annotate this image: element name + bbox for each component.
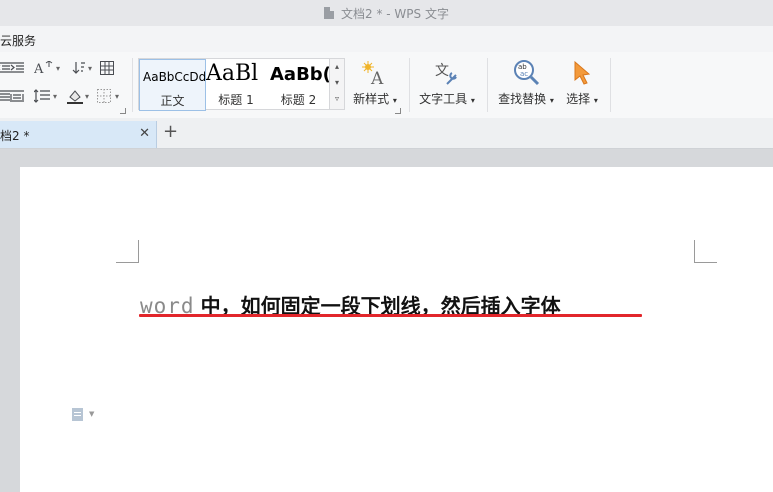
text-tools-label: 文字工具 — [419, 92, 468, 106]
sort-icon[interactable] — [70, 60, 88, 76]
document-tab-label: 档2 * — [0, 129, 30, 143]
document-page[interactable] — [20, 167, 773, 492]
style-heading-1[interactable]: AaBl 标题 1 — [206, 59, 266, 109]
style-gallery: AaBbCcDd 正文 AaBl 标题 1 AaBb( 标题 2 — [138, 58, 330, 111]
svg-text:A: A — [34, 62, 44, 75]
sort-dropdown-icon[interactable]: ▾ — [88, 64, 92, 73]
distributed-align-icon[interactable] — [8, 88, 26, 104]
line-spacing-icon[interactable] — [33, 88, 51, 104]
page-corner-mark-left — [116, 240, 139, 263]
style-gallery-expand-icon[interactable]: ▿ — [330, 91, 344, 107]
shading-dropdown-icon[interactable]: ▾ — [85, 92, 89, 101]
paragraph-layout-icon[interactable] — [72, 408, 83, 421]
page-corner-mark-right — [694, 240, 717, 263]
line-spacing-dropdown-icon[interactable]: ▾ — [53, 92, 57, 101]
style-heading-2[interactable]: AaBb( 标题 2 — [268, 59, 329, 109]
style-normal-label: 正文 — [160, 94, 185, 108]
font-size-dropdown-icon[interactable]: ▾ — [56, 64, 60, 73]
svg-text:A: A — [370, 69, 384, 86]
font-size-icon[interactable]: A — [33, 60, 55, 76]
styles-settings-icon[interactable] — [395, 108, 401, 114]
red-underline — [139, 314, 642, 317]
window-title: 文档2 * - WPS 文字 — [341, 6, 449, 21]
document-tab-bar: 档2 * ✕ + — [0, 118, 773, 149]
ribbon-separator — [409, 58, 410, 112]
style-normal[interactable]: AaBbCcDd 正文 — [139, 59, 206, 111]
paragraph-layout-dropdown-icon[interactable]: ▼ — [89, 410, 94, 418]
svg-text:ac: ac — [520, 70, 528, 78]
ribbon-toolbar: A ▾ ▾ ▾ ▾ ▾ AaBbCcDd 正文 AaBl 标题 1 AaBb( — [0, 52, 773, 119]
paragraph-settings-icon[interactable] — [120, 108, 126, 114]
text-tools-icon: 文 — [416, 56, 478, 86]
find-replace-icon: ab ac — [494, 56, 558, 86]
style-normal-sample: AaBbCcDd — [143, 70, 206, 84]
shading-fill-icon[interactable] — [66, 88, 84, 104]
menu-item-cloud-service[interactable]: 云服务 — [0, 32, 36, 49]
border-icon[interactable] — [95, 88, 113, 104]
text-tools-button[interactable]: 文 文字工具 ▾ — [416, 56, 478, 107]
style-scroll-up-icon[interactable]: ▴ — [330, 59, 344, 75]
new-style-icon: A — [350, 56, 400, 86]
style-heading-1-label: 标题 1 — [218, 93, 254, 107]
find-replace-label: 查找替换 — [498, 92, 547, 106]
menu-bar: 云服务 — [0, 26, 773, 52]
ribbon-separator — [487, 58, 488, 112]
select-label: 选择 — [566, 92, 591, 106]
find-replace-button[interactable]: ab ac 查找替换 ▾ — [494, 56, 558, 107]
new-style-button[interactable]: A 新样式 ▾ — [350, 56, 400, 107]
style-heading-2-label: 标题 2 — [280, 93, 317, 107]
border-dropdown-icon[interactable]: ▾ — [115, 92, 119, 101]
style-heading-1-sample: AaBl — [206, 61, 259, 86]
document-tab[interactable]: 档2 * ✕ — [0, 121, 157, 148]
new-tab-plus-icon[interactable]: + — [163, 121, 178, 142]
new-style-label: 新样式 — [353, 92, 390, 106]
style-gallery-scroller: ▴ ▾ ▿ — [329, 58, 345, 110]
style-heading-2-sample: AaBb( — [270, 64, 329, 85]
svg-text:文: 文 — [435, 63, 449, 79]
table-grid-icon[interactable] — [98, 60, 116, 76]
cursor-arrow-icon — [562, 56, 602, 86]
select-button[interactable]: 选择 ▾ — [562, 56, 602, 107]
document-icon — [324, 7, 335, 19]
close-tab-icon[interactable]: ✕ — [139, 126, 150, 141]
ribbon-separator — [610, 58, 611, 112]
ribbon-separator — [132, 58, 133, 112]
increase-indent-icon[interactable] — [8, 60, 26, 76]
style-scroll-down-icon[interactable]: ▾ — [330, 75, 344, 91]
title-bar: 文档2 * - WPS 文字 — [0, 0, 773, 26]
